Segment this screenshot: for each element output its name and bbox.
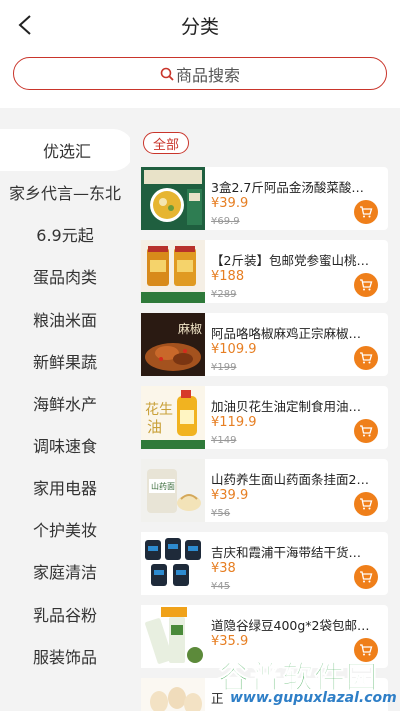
add-to-cart-button[interactable]	[354, 565, 378, 589]
add-to-cart-button[interactable]	[354, 492, 378, 516]
cart-icon	[360, 206, 373, 218]
top-bar: 分类	[0, 0, 400, 50]
sidebar-item-eggs-meat[interactable]: 蛋品肉类	[0, 255, 130, 297]
product-price: ¥38	[211, 561, 236, 576]
cart-icon	[360, 571, 373, 583]
sidebar-item-grain-oil[interactable]: 粮油米面	[0, 298, 130, 340]
product-card[interactable]: 正	[141, 678, 388, 711]
sidebar-item-69[interactable]: 6.9元起	[0, 213, 130, 255]
product-card[interactable]: 3盒2.7斤阿品金汤酸菜酸菜鱼 ¥39.9 ¥69.9	[141, 167, 388, 230]
product-old-price: ¥289	[211, 289, 237, 300]
product-price: ¥119.9	[211, 415, 257, 430]
sidebar-item-cleaning[interactable]: 家庭清洁	[0, 550, 130, 592]
cart-icon	[360, 279, 373, 291]
search-placeholder: 商品搜索	[175, 65, 240, 85]
svg-text:油: 油	[147, 418, 162, 436]
product-card[interactable]: 山药面 山药养生面山药面条挂面24包 ¥39.9 ¥56	[141, 459, 388, 522]
product-price: ¥188	[211, 269, 245, 284]
category-body: 优选汇 家乡代言—东北 6.9元起 蛋品肉类 粮油米面 新鲜果蔬 海鲜水产 调味…	[0, 108, 400, 711]
page-title: 分类	[180, 16, 219, 38]
product-old-price: ¥45	[211, 581, 231, 592]
product-old-price: ¥199	[211, 362, 237, 373]
product-list: 全部 3盒2.7斤阿品金汤酸菜酸菜鱼 ¥39.9 ¥69.9 【2斤装】包邮党参…	[130, 112, 400, 711]
add-to-cart-button[interactable]	[354, 273, 378, 297]
product-image	[141, 167, 205, 230]
product-card[interactable]: 道隐谷绿豆400g*2袋包邮纯正 ¥35.9	[141, 605, 388, 668]
product-panel: 全部 3盒2.7斤阿品金汤酸菜酸菜鱼 ¥39.9 ¥69.9 【2斤装】包邮党参…	[130, 112, 400, 711]
cart-icon	[360, 425, 373, 437]
search-icon	[160, 67, 174, 81]
svg-text:麻椒: 麻椒	[178, 321, 202, 336]
sidebar-item-seasoning[interactable]: 调味速食	[0, 424, 130, 466]
sidebar-item-jiaxiang[interactable]: 家乡代言—东北	[0, 171, 130, 213]
product-name: 3盒2.7斤阿品金汤酸菜酸菜鱼	[211, 180, 373, 195]
product-card[interactable]: 吉庆和霞浦干海带结干货烘干 ¥38 ¥45	[141, 532, 388, 595]
chevron-left-icon	[18, 15, 31, 35]
sidebar-item-beauty[interactable]: 个护美妆	[0, 508, 130, 550]
product-image: 山药面	[141, 459, 205, 522]
product-name: 吉庆和霞浦干海带结干货烘干	[211, 545, 373, 560]
product-name: 加油贝花生油定制食用油一桶5L	[211, 399, 373, 414]
product-name: 正	[211, 691, 224, 706]
product-image	[141, 678, 205, 711]
svg-text:花生: 花生	[145, 402, 173, 418]
cart-icon	[360, 498, 373, 510]
product-image	[141, 532, 205, 595]
product-name: 山药养生面山药面条挂面24包	[211, 472, 373, 487]
product-image: 花生 油	[141, 386, 205, 449]
product-card[interactable]: 花生 油 加油贝花生油定制食用油一桶5L ¥119.9 ¥149	[141, 386, 388, 449]
filter-tag-all[interactable]: 全部	[143, 132, 190, 154]
product-price: ¥109.9	[211, 342, 257, 357]
add-to-cart-button[interactable]	[354, 346, 378, 370]
product-price: ¥35.9	[211, 634, 249, 649]
product-old-price: ¥149	[211, 435, 237, 446]
back-button[interactable]	[10, 10, 40, 40]
cart-icon	[360, 644, 373, 656]
product-image: 麻椒	[141, 313, 205, 376]
product-image	[141, 240, 205, 303]
product-image	[141, 605, 205, 668]
category-sidebar: 优选汇 家乡代言—东北 6.9元起 蛋品肉类 粮油米面 新鲜果蔬 海鲜水产 调味…	[0, 108, 134, 711]
product-name: 道隐谷绿豆400g*2袋包邮纯正	[211, 618, 373, 633]
product-card[interactable]: 麻椒 阿品咯咯椒麻鸡正宗麻椒鸡整只 ¥109.9 ¥199	[141, 313, 388, 376]
cart-icon	[360, 352, 373, 364]
sidebar-item-dairy[interactable]: 乳品谷粉	[0, 593, 130, 635]
product-card[interactable]: 【2斤装】包邮党参蜜山桃花蜂蜜 ¥188 ¥289	[141, 240, 388, 303]
search-input[interactable]: 商品搜索	[13, 57, 387, 90]
sidebar-item-seafood[interactable]: 海鲜水产	[0, 382, 130, 424]
product-price: ¥39.9	[211, 488, 249, 503]
add-to-cart-button[interactable]	[354, 638, 378, 662]
svg-text:山药面: 山药面	[151, 481, 175, 491]
product-old-price: ¥69.9	[211, 216, 240, 227]
product-price: ¥39.9	[211, 196, 249, 211]
search-bar: 商品搜索	[0, 50, 400, 108]
product-name: 阿品咯咯椒麻鸡正宗麻椒鸡整只	[211, 326, 373, 341]
sidebar-item-youxuanhui[interactable]: 优选汇	[0, 129, 134, 171]
add-to-cart-button[interactable]	[354, 419, 378, 443]
product-name: 【2斤装】包邮党参蜜山桃花蜂蜜	[211, 253, 373, 268]
sidebar-item-clothing[interactable]: 服装饰品	[0, 635, 130, 677]
sidebar-item-fruit-veg[interactable]: 新鲜果蔬	[0, 340, 130, 382]
sidebar-item-appliances[interactable]: 家用电器	[0, 466, 130, 508]
product-old-price: ¥56	[211, 508, 231, 519]
add-to-cart-button[interactable]	[354, 200, 378, 224]
